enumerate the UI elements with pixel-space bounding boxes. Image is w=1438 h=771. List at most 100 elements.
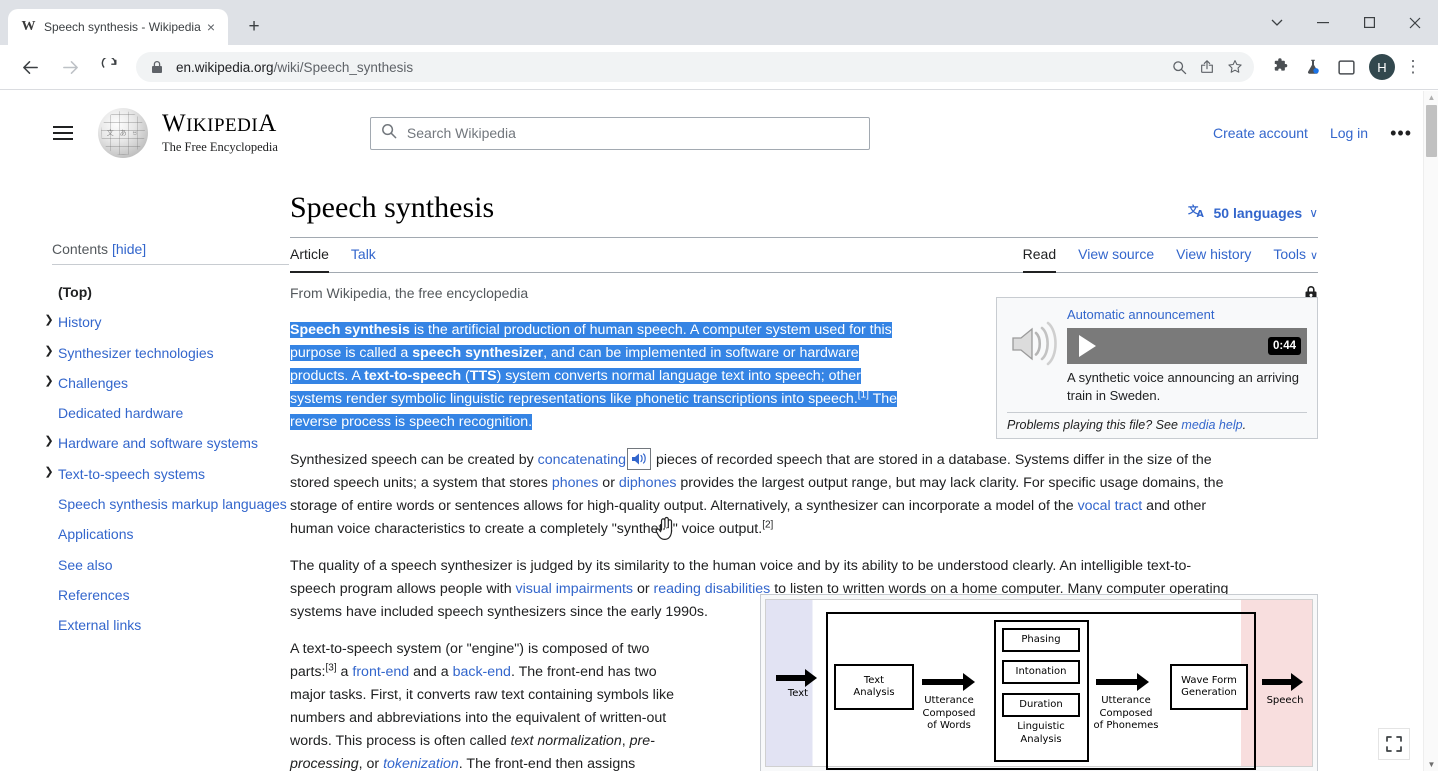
chevron-down-icon: ∨ (1309, 250, 1318, 262)
avatar[interactable]: H (1369, 54, 1395, 80)
tab-article[interactable]: Article (290, 238, 329, 273)
arrow-input (776, 669, 817, 687)
tab-read[interactable]: Read (1022, 238, 1057, 273)
link-speech-recognition[interactable]: speech recognition (409, 414, 528, 430)
window-controls (1254, 0, 1438, 45)
address-bar[interactable]: en.wikipedia.org/wiki/Speech_synthesis (136, 52, 1254, 82)
toc-item-label: See also (58, 556, 113, 573)
tab-talk[interactable]: Talk (351, 238, 376, 271)
link-visual-impairments[interactable]: visual impairments (516, 581, 633, 597)
close-window-icon[interactable] (1392, 7, 1438, 39)
sidebar-item-synthesizer-technologies[interactable]: ❯ Synthesizer technologies (44, 338, 290, 368)
sidebar-item-hardware-and-software-systems[interactable]: ❯ Hardware and software systems (44, 428, 290, 458)
wikipedia-globe-icon (98, 108, 148, 158)
chevron-right-icon[interactable]: ❯ (40, 312, 58, 329)
scroll-up-arrow-icon[interactable]: ▲ (1427, 93, 1436, 102)
minimize-icon[interactable] (1300, 7, 1346, 39)
toc-arrow-icon: › (40, 403, 58, 420)
sidebar-item-applications[interactable]: ›Applications (52, 519, 290, 549)
browser-menu-icon[interactable]: ⋮ (1398, 52, 1428, 82)
tab-view-history[interactable]: View history (1176, 238, 1251, 271)
sidebar-item-see-also[interactable]: ›See also (52, 550, 290, 580)
log-in-link[interactable]: Log in (1330, 125, 1368, 141)
link-vocal-tract[interactable]: vocal tract (1078, 498, 1143, 514)
toc-item-label: Applications (58, 526, 134, 543)
translate-icon: 文A (1187, 203, 1207, 223)
fullscreen-expand-icon[interactable] (1378, 728, 1410, 760)
search-icon[interactable] (1166, 54, 1192, 80)
link-front-end[interactable]: front-end (352, 664, 409, 680)
toc-item-label: Dedicated hardware (58, 405, 184, 422)
tab-search-icon[interactable] (1254, 7, 1300, 39)
wikipedia-logo[interactable]: WIKIPEDIA The Free Encyclopedia (98, 108, 278, 158)
diagram-label-text: Text (787, 688, 809, 699)
sidebar-item-top[interactable]: ›(Top) (52, 277, 290, 307)
tab-view-source[interactable]: View source (1078, 238, 1154, 271)
browser-toolbar: en.wikipedia.org/wiki/Speech_synthesis H… (0, 45, 1438, 90)
from-wikipedia-label: From Wikipedia, the free encyclopedia (290, 284, 529, 301)
chevron-right-icon[interactable]: ❯ (40, 433, 58, 450)
maximize-icon[interactable] (1346, 7, 1392, 39)
audio-player[interactable]: 0:44 (1067, 328, 1307, 364)
search-input[interactable]: Search Wikipedia (369, 116, 870, 150)
tab-strip: W Speech synthesis - Wikipedia × + (0, 0, 1438, 45)
header-more-icon[interactable]: ••• (1390, 124, 1412, 142)
reference-2[interactable]: [2] (762, 519, 773, 530)
sidebar-item-external-links[interactable]: ›External links (52, 610, 290, 640)
diagram-box-text-analysis: Text Analysis (834, 664, 914, 710)
new-tab-button[interactable]: + (240, 13, 268, 41)
toc-arrow-icon: › (40, 585, 58, 602)
tab-title: Speech synthesis - Wikipedia (44, 20, 201, 34)
sidebar-item-speech-synthesis-markup-languages[interactable]: ›Speech synthesis markup languages (52, 489, 290, 519)
chevron-right-icon[interactable]: ❯ (40, 464, 58, 481)
language-selector[interactable]: 文A 50 languages ∨ (1187, 203, 1318, 227)
audio-duration: 0:44 (1267, 337, 1301, 355)
link-back-end[interactable]: back-end (453, 664, 511, 680)
toc-item-label: History (58, 314, 102, 331)
tab-tools[interactable]: Tools ∨ (1273, 238, 1318, 271)
link-concatenating[interactable]: concatenating (538, 452, 626, 468)
reload-icon[interactable] (94, 51, 126, 83)
forward-icon[interactable] (54, 51, 86, 83)
url-domain: en.wikipedia.org (176, 59, 274, 75)
chevron-right-icon[interactable]: ❯ (40, 343, 58, 360)
page-title: Speech synthesis (290, 191, 495, 224)
extensions-puzzle-icon[interactable] (1265, 52, 1295, 82)
link-tokenization[interactable]: tokenization (383, 756, 459, 771)
play-icon[interactable] (1079, 335, 1096, 357)
url-path: /wiki/Speech_synthesis (273, 59, 414, 75)
share-icon[interactable] (1194, 54, 1220, 80)
scrollbar-thumb[interactable] (1426, 105, 1437, 157)
listen-speaker-icon[interactable] (627, 447, 652, 470)
reference-3[interactable]: [3] (325, 662, 336, 673)
main-menu-icon[interactable] (42, 112, 84, 154)
scroll-down-arrow-icon[interactable]: ▼ (1427, 760, 1436, 769)
browser-tab[interactable]: W Speech synthesis - Wikipedia × (8, 9, 228, 45)
page-scrollbar[interactable]: ▲ ▼ (1423, 91, 1438, 771)
sidebar-item-text-to-speech-systems[interactable]: ❯ Text-to-speech systems (44, 459, 290, 489)
sidebar-item-challenges[interactable]: ❯ Challenges (44, 368, 290, 398)
bookmark-star-icon[interactable] (1222, 54, 1248, 80)
link-reading-disabilities[interactable]: reading disabilities (654, 581, 771, 597)
wikipedia-header: WIKIPEDIA The Free Encyclopedia Search W… (0, 91, 1438, 161)
chevron-right-icon[interactable]: ❯ (40, 373, 58, 390)
create-account-link[interactable]: Create account (1213, 125, 1308, 141)
sidebar-item-history[interactable]: ❯ History (44, 307, 290, 337)
close-icon[interactable]: × (202, 18, 220, 36)
side-panel-icon[interactable] (1331, 52, 1361, 82)
toc-arrow-icon: › (40, 555, 58, 572)
sidebar-item-references[interactable]: ›References (52, 580, 290, 610)
toc-hide-link[interactable]: [hide] (112, 241, 146, 257)
link-diphones[interactable]: diphones (619, 475, 677, 491)
link-phones[interactable]: phones (552, 475, 599, 491)
speaker-waves-icon (1007, 319, 1063, 371)
diagram-box-duration: Duration (1002, 693, 1080, 717)
arrow-linguistic-to-waveform (1096, 673, 1149, 691)
audio-title-link[interactable]: Automatic announcement (1067, 307, 1307, 322)
sidebar-item-dedicated-hardware[interactable]: ›Dedicated hardware (52, 398, 290, 428)
arrow-text-analysis-to-linguistic (922, 673, 975, 691)
media-help-link[interactable]: media help (1181, 418, 1242, 432)
back-icon[interactable] (14, 51, 46, 83)
reference-1[interactable]: [1] (858, 389, 869, 400)
lab-flask-icon[interactable] (1298, 52, 1328, 82)
